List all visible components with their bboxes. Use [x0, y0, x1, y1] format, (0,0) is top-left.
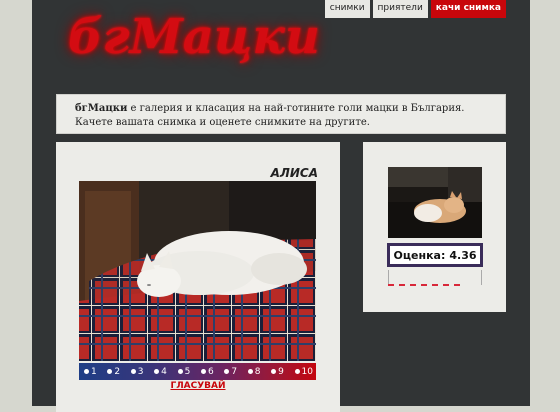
rating-dot-icon [454, 284, 460, 286]
vote-option-3[interactable]: 3 [130, 366, 144, 377]
vote-option-label: 7 [231, 366, 238, 377]
ginger-cat-illustration [388, 167, 482, 238]
vote-option-label: 6 [207, 366, 214, 377]
vote-option-4[interactable]: 4 [154, 367, 167, 377]
radio-dot-icon [177, 369, 183, 374]
page-container: бгМацки снимки приятели качи снимка бгМа… [32, 0, 530, 412]
cat-photo[interactable] [79, 181, 316, 361]
vote-submit-link[interactable]: ГЛАСУВАЙ [56, 381, 340, 391]
intro-description: е галерия и класация на най-готините гол… [75, 103, 465, 128]
vote-option-8[interactable]: 8 [247, 366, 261, 377]
white-cat-illustration [79, 181, 316, 361]
rating-dot-icon [388, 284, 394, 286]
vote-option-10[interactable]: 10 [294, 366, 313, 377]
previous-photo-card: Оценка: 4.36 [363, 142, 506, 312]
radio-dot-icon [84, 369, 89, 374]
vote-option-9[interactable]: 9 [271, 367, 284, 377]
vote-option-label: 1 [91, 366, 97, 377]
radio-dot-icon [271, 369, 277, 374]
site-logo[interactable]: бгМацки [68, 6, 320, 68]
vote-option-label: 2 [114, 366, 121, 377]
previous-cat-photo[interactable] [388, 167, 482, 238]
vote-option-label: 9 [278, 366, 284, 377]
rating-value: 4.36 [449, 248, 477, 262]
vote-option-label: 3 [137, 366, 144, 377]
rating-dot-icon [443, 284, 449, 286]
rating-dot-icon [432, 284, 438, 286]
cat-name-title: АЛИСА [270, 166, 318, 180]
intro-panel: бгМацки е галерия и класация на най-готи… [56, 94, 506, 134]
vote-option-label: 8 [254, 366, 261, 377]
rating-divider [388, 270, 482, 285]
radio-dot-icon [130, 369, 136, 374]
nav-photos-button[interactable]: снимки [324, 0, 370, 18]
radio-dot-icon [107, 369, 113, 374]
vote-option-label: 4 [161, 366, 167, 377]
rating-label: Оценка: [393, 248, 446, 262]
vote-option-7[interactable]: 7 [224, 367, 237, 377]
vote-option-2[interactable]: 2 [107, 367, 120, 377]
radio-dot-icon [154, 369, 160, 374]
rating-dot-icon [410, 284, 416, 286]
radio-dot-icon [294, 369, 300, 374]
rating-dot-icon [399, 284, 405, 286]
radio-dot-icon [247, 369, 253, 374]
rating-dot-icon [421, 284, 427, 286]
rating-dots [388, 284, 460, 286]
top-navigation: снимки приятели качи снимка [324, 0, 506, 18]
vote-option-label: 5 [184, 366, 191, 377]
nav-upload-button[interactable]: качи снимка [430, 0, 506, 18]
vote-option-5[interactable]: 5 [177, 366, 191, 377]
radio-dot-icon [224, 369, 230, 374]
nav-friends-button[interactable]: приятели [372, 0, 428, 18]
radio-dot-icon [200, 369, 206, 374]
main-photo-card: АЛИСА 1 2 3 4 5 6 7 8 9 10 ГЛАСУВАЙ [56, 142, 340, 412]
rating-display: Оценка: 4.36 [387, 243, 483, 267]
vote-option-6[interactable]: 6 [200, 366, 214, 377]
vote-rating-bar: 1 2 3 4 5 6 7 8 9 10 [79, 363, 316, 380]
intro-brand: бгМацки [75, 103, 128, 114]
intro-text: бгМацки е галерия и класация на най-готи… [75, 102, 505, 130]
vote-option-label: 10 [301, 366, 313, 377]
vote-option-1[interactable]: 1 [84, 367, 97, 377]
